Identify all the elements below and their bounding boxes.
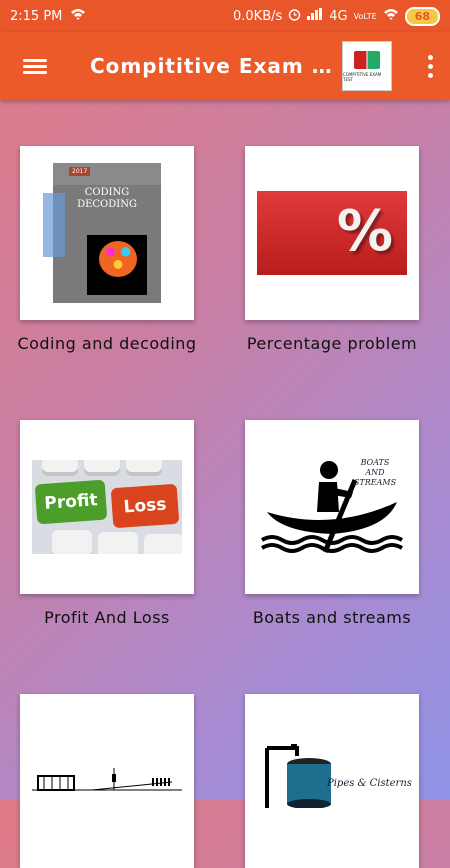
menu-button[interactable] <box>0 32 70 100</box>
network-type: 4G <box>329 8 348 24</box>
train-icon <box>32 768 182 791</box>
topic-card-pipes[interactable]: Pipes & Cisterns <box>245 694 419 868</box>
topic-card-profit-loss[interactable]: Profit Loss <box>20 420 194 594</box>
topic-label-boats[interactable]: Boats and streams <box>222 608 442 627</box>
cover-title-1: CODING <box>84 187 130 198</box>
coding-book-cover-image: 2017 CODING DECODING <box>43 163 161 303</box>
logo-text: COMPITITIVE EXAM TEST <box>343 71 382 82</box>
signal-icon <box>307 8 323 24</box>
topic-label-percentage[interactable]: Percentage problem <box>222 334 442 353</box>
status-bar: 2:15 PM 0.0KB/s 4G VoLTE 68 <box>0 0 450 32</box>
hamburger-icon <box>23 56 47 77</box>
topic-card-boats[interactable]: BOATS AND STREAMS <box>245 420 419 594</box>
topic-card-coding[interactable]: 2017 CODING DECODING <box>20 146 194 320</box>
percent-icon: % <box>336 199 393 264</box>
brain-icon <box>99 241 137 277</box>
profit-loss-keyboard-image: Profit Loss <box>32 460 182 554</box>
pipes-caption: Pipes & Cisterns <box>327 778 412 789</box>
volte-badge: VoLTE <box>353 11 377 21</box>
net-speed: 0.0KB/s <box>233 8 283 24</box>
alarm-icon <box>288 8 301 25</box>
loss-key: Loss <box>110 483 180 529</box>
book-icon <box>354 50 380 69</box>
boat-rowing-image: BOATS AND STREAMS <box>257 452 407 562</box>
app-bar: Compititive Exam Te... COMPITITIVE EXAM … <box>0 32 450 100</box>
cover-title-2: DECODING <box>77 199 137 210</box>
overflow-menu-button[interactable] <box>410 32 450 100</box>
cover-year: 2017 <box>69 167 91 176</box>
percentage-image: % <box>257 191 407 275</box>
app-logo: COMPITITIVE EXAM TEST <box>342 41 392 91</box>
boat-caption-3: STREAMS <box>353 478 397 487</box>
boat-caption-2: AND <box>365 468 385 477</box>
wifi-icon-2 <box>383 8 399 24</box>
status-time: 2:15 PM <box>10 8 63 24</box>
wifi-icon <box>70 8 86 24</box>
topic-label-profit-loss[interactable]: Profit And Loss <box>0 608 217 627</box>
app-title: Compititive Exam Te... <box>90 54 342 78</box>
topic-card-percentage[interactable]: % <box>245 146 419 320</box>
profit-key: Profit <box>34 479 108 525</box>
boat-caption-1: BOATS <box>360 458 390 467</box>
topic-card-trains[interactable] <box>20 694 194 868</box>
boat-caption: BOATS AND STREAMS <box>347 458 403 488</box>
topic-label-coding[interactable]: Coding and decoding <box>0 334 217 353</box>
battery-level: 68 <box>404 6 440 26</box>
tank-icon <box>265 744 331 808</box>
